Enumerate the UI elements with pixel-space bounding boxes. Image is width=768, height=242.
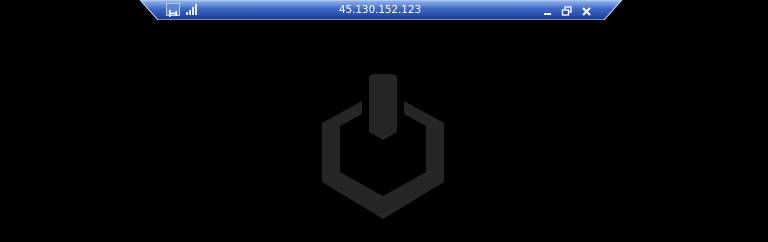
restore-icon <box>561 6 572 16</box>
minimize-button[interactable] <box>541 3 555 16</box>
signal-strength-icon[interactable] <box>186 4 198 15</box>
host-address-title: 45.130.152.123 <box>338 4 422 16</box>
minimize-icon <box>544 13 551 15</box>
connection-bar: 45.130.152.123 <box>140 0 622 20</box>
close-button[interactable] <box>580 3 594 16</box>
close-icon <box>582 7 591 16</box>
remote-desktop-screen: 45.130.152.123 <box>0 0 768 242</box>
pin-icon <box>169 10 177 17</box>
hexagon-power-logo-icon <box>322 74 444 219</box>
pin-button[interactable] <box>166 3 180 17</box>
restore-button[interactable] <box>560 3 574 16</box>
